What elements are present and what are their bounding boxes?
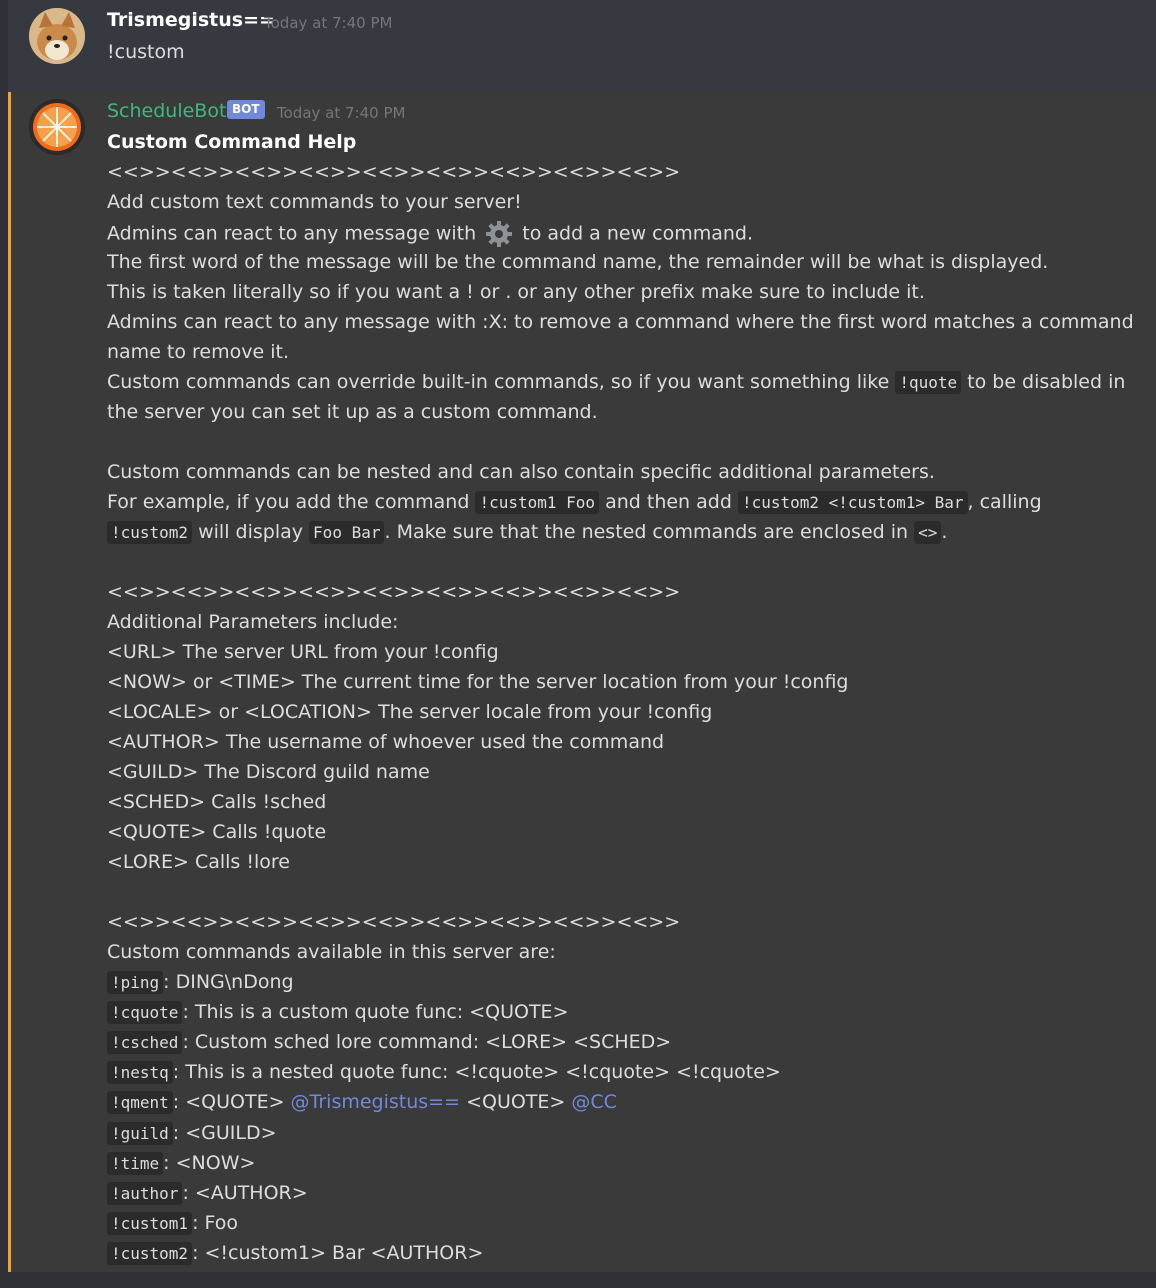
help-line: the server you can set it up as a custom… xyxy=(107,401,598,423)
command-item: !custom1: Foo xyxy=(107,1212,239,1235)
command-item: !time: <NOW> xyxy=(107,1152,256,1175)
command-desc: : <!custom1> Bar <AUTHOR> xyxy=(192,1242,484,1264)
inline-code: !custom2 xyxy=(107,521,193,544)
command-item: !cquote: This is a custom quote func: <Q… xyxy=(107,1001,569,1024)
help-line: For example, if you add the command !cus… xyxy=(107,491,1042,514)
orange-slice-icon xyxy=(29,99,85,155)
command-item: !ping: DING\nDong xyxy=(107,971,294,994)
param-item: <LOCALE> or <LOCATION> The server locale… xyxy=(107,701,713,723)
command-desc: : <QUOTE> xyxy=(172,1091,291,1113)
command-item: !nestq: This is a nested quote func: <!c… xyxy=(107,1061,781,1084)
command-name: !csched xyxy=(107,1031,183,1054)
bot-avatar[interactable] xyxy=(29,99,85,155)
bot-timestamp: Today at 7:40 PM xyxy=(277,104,406,122)
inline-code: <> xyxy=(914,521,942,544)
command-desc: : This is a custom quote func: <QUOTE> xyxy=(182,1001,569,1023)
bot-username[interactable]: ScheduleBot xyxy=(107,100,226,122)
param-item: <LORE> Calls !lore xyxy=(107,851,290,873)
param-item: <GUILD> The Discord guild name xyxy=(107,761,430,783)
text-segment: to be disabled in xyxy=(967,371,1126,393)
inline-code: !custom2 <!custom1> Bar xyxy=(737,491,968,514)
user-mention[interactable]: @Trismegistus== xyxy=(291,1091,460,1113)
help-line: Admins can react to any message with :X:… xyxy=(107,311,1134,333)
text-segment: For example, if you add the command xyxy=(107,491,470,513)
text-segment: Custom commands can override built-in co… xyxy=(107,371,890,393)
user-mention[interactable]: @CC xyxy=(571,1091,617,1113)
command-name: !custom2 xyxy=(107,1242,193,1265)
text-segment: Admins can react to any message with xyxy=(107,222,477,245)
command-name: !nestq xyxy=(107,1061,173,1084)
help-line: Custom commands can be nested and can al… xyxy=(107,461,935,483)
command-desc: : <GUILD> xyxy=(172,1122,277,1144)
command-item: !qment: <QUOTE> @Trismegistus== <QUOTE> … xyxy=(107,1091,617,1114)
bottom-edge xyxy=(0,1272,1156,1288)
timestamp: Today at 7:40 PM xyxy=(264,14,393,32)
message-content: !custom xyxy=(107,41,185,63)
help-line: !custom2 will display Foo Bar. Make sure… xyxy=(107,521,948,544)
command-desc: : <AUTHOR> xyxy=(182,1182,308,1204)
help-line: Admins can react to any message with to … xyxy=(107,219,753,249)
command-desc: : Foo xyxy=(192,1212,239,1234)
inline-code: Foo Bar xyxy=(309,521,385,544)
text-segment: , calling xyxy=(967,491,1042,513)
command-desc: : DING\nDong xyxy=(163,971,294,993)
command-desc: : Custom sched lore command: <LORE> <SCH… xyxy=(182,1031,672,1053)
command-name: !custom1 xyxy=(107,1212,193,1235)
help-line: The first word of the message will be th… xyxy=(107,251,1049,273)
separator: <<>><<>><<>><<>><<>><<>><<>><<>><<>> xyxy=(107,911,681,933)
help-line: Custom commands can override built-in co… xyxy=(107,371,1126,394)
param-item: <QUOTE> Calls !quote xyxy=(107,821,327,843)
command-desc: : <NOW> xyxy=(163,1152,256,1174)
text-segment: and then add xyxy=(605,491,732,513)
text-segment: . Make sure that the nested commands are… xyxy=(384,521,909,543)
param-item: <URL> The server URL from your !config xyxy=(107,641,499,663)
left-gutter xyxy=(0,0,8,1288)
command-item: !author: <AUTHOR> xyxy=(107,1182,308,1205)
user-message: Trismegistus== Today at 7:40 PM !custom xyxy=(0,0,1156,90)
separator: <<>><<>><<>><<>><<>><<>><<>><<>><<>> xyxy=(107,581,681,603)
command-desc: <QUOTE> xyxy=(460,1091,572,1113)
command-name: !author xyxy=(107,1182,183,1205)
help-line: name to remove it. xyxy=(107,341,289,363)
text-segment: will display xyxy=(198,521,303,543)
param-item: <NOW> or <TIME> The current time for the… xyxy=(107,671,849,693)
username[interactable]: Trismegistus== xyxy=(107,9,275,31)
command-desc: : This is a nested quote func: <!cquote>… xyxy=(172,1061,781,1083)
separator: <<>><<>><<>><<>><<>><<>><<>><<>><<>> xyxy=(107,161,681,183)
gear-icon xyxy=(486,221,513,247)
command-name: !guild xyxy=(107,1122,173,1145)
param-item: <SCHED> Calls !sched xyxy=(107,791,327,813)
command-name: !ping xyxy=(107,971,164,994)
command-item: !csched: Custom sched lore command: <LOR… xyxy=(107,1031,672,1054)
command-name: !time xyxy=(107,1152,164,1175)
param-item: <AUTHOR> The username of whoever used th… xyxy=(107,731,665,753)
help-line: Add custom text commands to your server! xyxy=(107,191,522,213)
commands-header: Custom commands available in this server… xyxy=(107,941,556,963)
command-name: !qment xyxy=(107,1091,173,1114)
shiba-avatar-icon xyxy=(29,8,85,64)
user-avatar[interactable] xyxy=(29,8,85,64)
params-header: Additional Parameters include: xyxy=(107,611,399,633)
command-item: !guild: <GUILD> xyxy=(107,1122,277,1145)
command-item: !custom2: <!custom1> Bar <AUTHOR> xyxy=(107,1242,484,1265)
help-title: Custom Command Help xyxy=(107,131,357,153)
inline-code: !quote xyxy=(895,371,962,394)
bot-tag: BOT xyxy=(227,100,265,119)
inline-code: !custom1 Foo xyxy=(475,491,600,514)
text-segment: . xyxy=(941,521,948,543)
text-segment: to add a new command. xyxy=(522,222,754,245)
highlight-accent-bar xyxy=(8,92,11,1272)
help-line: This is taken literally so if you want a… xyxy=(107,281,925,303)
command-name: !cquote xyxy=(107,1001,183,1024)
